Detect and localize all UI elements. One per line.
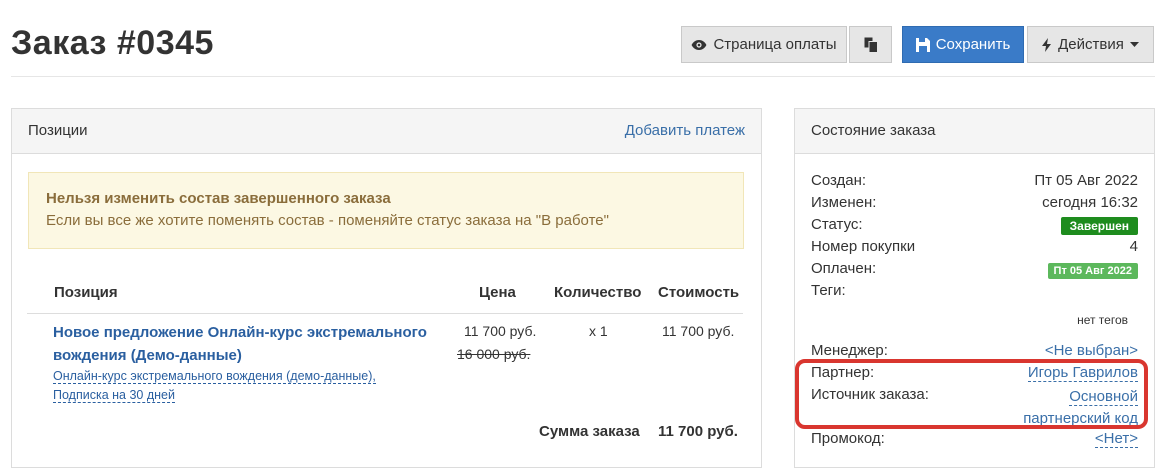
positions-panel-header: Позиции Добавить платеж [12, 109, 761, 154]
purchase-row: Номер покупки 4 [811, 238, 1138, 260]
positions-panel-title: Позиции [28, 122, 88, 139]
manager-select-link[interactable]: <Не выбран> [1044, 342, 1138, 360]
bolt-icon [1042, 37, 1052, 52]
purchase-value: 4 [1129, 238, 1138, 255]
modified-row: Изменен: сегодня 16:32 [811, 194, 1138, 216]
tags-value[interactable]: нет тегов [1077, 313, 1128, 327]
actions-label: Действия [1058, 36, 1124, 53]
row-price: 11 700 руб. [464, 323, 537, 339]
order-total-value: 11 700 руб. [658, 423, 738, 440]
status-label: Статус: [811, 216, 863, 233]
column-header-price: Цена [479, 284, 516, 301]
promo-link[interactable]: <Нет> [1094, 430, 1138, 448]
status-row: Статус: Завершен [811, 216, 1138, 238]
row-cost: 11 700 руб. [662, 323, 735, 339]
save-button[interactable]: Сохранить [902, 26, 1024, 63]
paid-row: Оплачен: Пт 05 Авг 2022 [811, 260, 1138, 282]
row-quantity: x 1 [589, 323, 608, 339]
offer-line: Подписка на 30 дней [53, 388, 175, 403]
table-header-divider [27, 313, 743, 314]
product-name-link[interactable]: Новое предложение Онлайн-курс экстремаль… [53, 321, 438, 367]
manager-label: Менеджер: [811, 342, 888, 359]
payment-page-label: Страница оплаты [713, 36, 837, 53]
status-panel-title: Состояние заказа [811, 122, 936, 139]
save-icon [915, 37, 930, 52]
tags-row: Теги: [811, 282, 1138, 304]
promo-row: Промокод: <Нет> [811, 430, 1138, 452]
purchase-label: Номер покупки [811, 238, 916, 255]
offer-line: Онлайн-курс экстремального вождения (дем… [53, 369, 376, 384]
copy-icon [864, 37, 878, 53]
copy-button[interactable] [849, 26, 892, 63]
created-label: Создан: [811, 172, 867, 189]
order-total-label: Сумма заказа [539, 423, 640, 440]
paid-value-wrap: Пт 05 Авг 2022 [1047, 261, 1138, 279]
column-header-quantity: Количество [554, 284, 642, 301]
tags-value-row: нет тегов [811, 313, 1138, 335]
created-value: Пт 05 Авг 2022 [1034, 172, 1138, 189]
header-divider [11, 76, 1155, 77]
add-payment-link[interactable]: Добавить платеж [625, 122, 745, 139]
actions-dropdown-button[interactable]: Действия [1027, 26, 1154, 63]
page-title: Заказ #0345 [11, 24, 214, 62]
alert-title: Нельзя изменить состав завершенного зака… [46, 190, 391, 207]
created-row: Создан: Пт 05 Авг 2022 [811, 172, 1138, 194]
positions-panel: Позиции Добавить платеж Нельзя изменить … [11, 108, 762, 468]
caret-down-icon [1129, 41, 1139, 48]
eye-icon [691, 39, 707, 51]
save-label: Сохранить [935, 36, 1011, 53]
status-badge[interactable]: Завершен [1060, 217, 1138, 235]
promo-label: Промокод: [811, 430, 885, 447]
alert-text: Если вы все же хотите поменять состав - … [46, 212, 609, 229]
modified-value: сегодня 16:32 [1042, 194, 1138, 211]
product-offer-link[interactable]: Онлайн-курс экстремального вождения (дем… [53, 367, 413, 405]
tags-label: Теги: [811, 282, 846, 299]
highlight-frame [795, 359, 1148, 429]
paid-date-badge: Пт 05 Авг 2022 [1047, 263, 1138, 279]
modified-label: Изменен: [811, 194, 877, 211]
status-value-wrap: Завершен [1060, 217, 1138, 235]
column-header-position: Позиция [54, 284, 118, 301]
product-name-line: Новое предложение Онлайн-курс экстремаль… [53, 324, 427, 341]
product-name-line: вождения (Демо-данные) [53, 347, 242, 364]
status-panel-header: Состояние заказа [795, 109, 1154, 154]
column-header-cost: Стоимость [658, 284, 740, 301]
paid-label: Оплачен: [811, 260, 877, 277]
row-old-price: 16 000 руб. [457, 346, 531, 362]
locked-order-alert: Нельзя изменить состав завершенного зака… [28, 172, 744, 249]
payment-page-button[interactable]: Страница оплаты [681, 26, 847, 63]
